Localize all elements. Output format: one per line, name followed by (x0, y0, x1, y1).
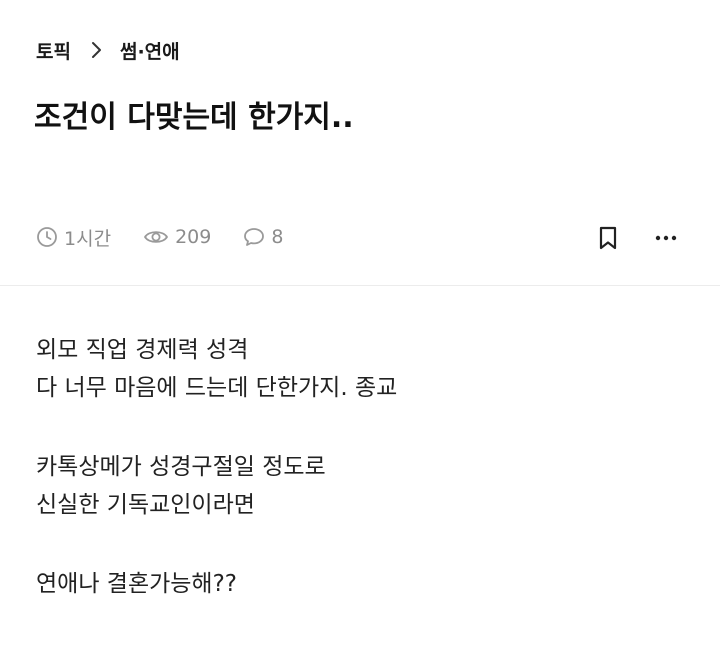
breadcrumb-category-link[interactable]: 썸·연애 (120, 37, 180, 64)
post-views-count: 209 (175, 226, 212, 248)
more-options-button[interactable] (652, 224, 680, 252)
more-icon (655, 235, 677, 241)
clock-icon (37, 227, 57, 247)
post-meta: 1시간 209 8 (36, 222, 283, 252)
header-divider (0, 285, 720, 286)
breadcrumb: 토픽 썸·연애 (36, 36, 180, 64)
post-comments-count: 8 (271, 226, 284, 248)
body-line: 다 너무 마음에 드는데 단한가지. 종교 (36, 375, 398, 401)
breadcrumb-topic-link[interactable]: 토픽 (36, 37, 71, 64)
post-time-text: 1시간 (64, 227, 112, 250)
body-line: 카톡상메가 성경구절일 정도로 (36, 454, 326, 480)
post-actions (594, 224, 680, 252)
comment-icon (244, 228, 265, 246)
body-line: 연애나 결혼가능해?? (36, 571, 238, 597)
chevron-right-icon (91, 41, 102, 59)
post-comments[interactable]: 8 (243, 226, 283, 248)
eye-icon (144, 231, 168, 243)
post-body: 외모 직업 경제력 성격 다 너무 마음에 드는데 단한가지. 종교 카톡상메가… (36, 331, 686, 603)
post-time: 1시간 (36, 224, 111, 251)
post-title: 조건이 다맞는데 한가지.. (34, 100, 354, 135)
post-views: 209 (143, 226, 211, 248)
body-line: 외모 직업 경제력 성격 (36, 337, 249, 363)
body-line: 신실한 기독교인이라면 (36, 492, 255, 518)
bookmark-button[interactable] (594, 224, 622, 252)
bookmark-icon (599, 226, 617, 250)
